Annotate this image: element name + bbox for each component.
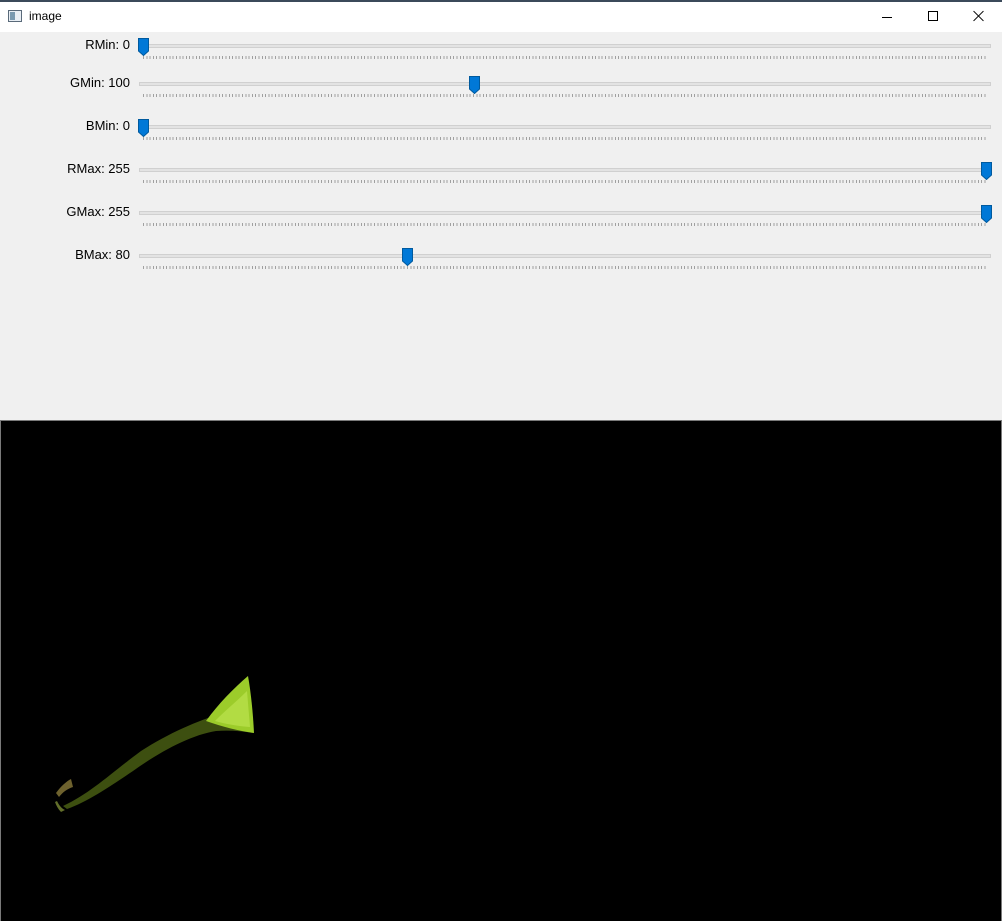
slider-ticks [143, 94, 988, 97]
slider-thumb[interactable] [981, 205, 992, 223]
slider-label: BMin: 0 [85, 118, 130, 133]
slider-ticks [143, 56, 988, 59]
app-window: image RMin: 0 GMin: 100 BMin: 0 RMax: 25… [0, 0, 1002, 921]
window-title: image [29, 9, 62, 23]
window-icon [8, 10, 22, 22]
slider-track[interactable] [139, 254, 991, 258]
slider-track[interactable] [139, 44, 991, 48]
maximize-icon [928, 11, 938, 21]
slider-track[interactable] [139, 125, 991, 129]
leaf-tip-lower [55, 801, 65, 812]
slider-ticks [143, 266, 988, 269]
minimize-button[interactable] [864, 2, 910, 32]
slider-bmin: BMin: 0 [0, 118, 1002, 158]
slider-rmax: RMax: 255 [0, 161, 1002, 201]
slider-label: GMax: 255 [66, 204, 130, 219]
title-bar[interactable]: image [0, 2, 1002, 32]
trackbar-panel: RMin: 0 GMin: 100 BMin: 0 RMax: 255 GMax… [0, 32, 1002, 420]
slider-gmax: GMax: 255 [0, 204, 1002, 244]
slider-label: RMin: 0 [85, 37, 130, 52]
slider-label: GMin: 100 [70, 75, 130, 90]
slider-thumb[interactable] [468, 76, 480, 94]
slider-thumb[interactable] [138, 38, 149, 56]
slider-ticks [143, 180, 988, 183]
slider-ticks [143, 137, 988, 140]
image-canvas [0, 420, 1002, 921]
leaf-tip [56, 779, 73, 797]
slider-gmin: GMin: 100 [0, 75, 1002, 115]
slider-thumb[interactable] [981, 162, 992, 180]
slider-track[interactable] [139, 211, 991, 215]
close-button[interactable] [956, 2, 1002, 32]
slider-label: RMax: 255 [67, 161, 130, 176]
maximize-button[interactable] [910, 2, 956, 32]
close-icon [973, 10, 985, 22]
slider-rmin: RMin: 0 [0, 37, 1002, 77]
slider-thumb[interactable] [402, 248, 414, 266]
slider-bmax: BMax: 80 [0, 247, 1002, 287]
slider-track[interactable] [139, 168, 991, 172]
masked-leaf-image [55, 676, 254, 812]
slider-thumb[interactable] [138, 119, 149, 137]
minimize-icon [882, 17, 892, 18]
slider-label: BMax: 80 [75, 247, 130, 262]
slider-track[interactable] [139, 82, 991, 86]
slider-ticks [143, 223, 988, 226]
